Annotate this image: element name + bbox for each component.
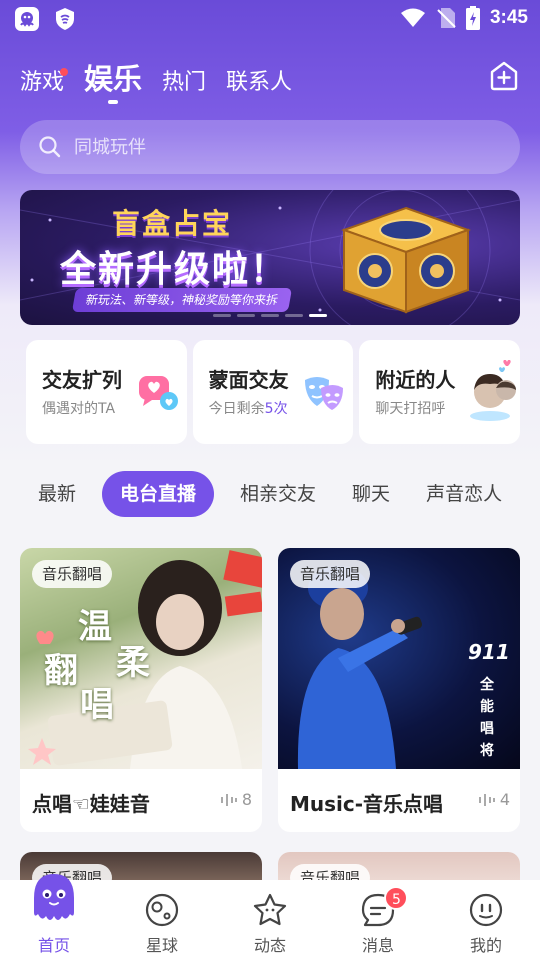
active-tab-indicator <box>108 100 119 104</box>
feature-make-friends[interactable]: 交友扩列 偶遇对的TA <box>26 340 187 444</box>
cover-text: 柔 <box>116 643 150 683</box>
tab-home[interactable]: 首页 <box>0 874 108 960</box>
mystery-box-icon <box>341 206 471 314</box>
banner-dot[interactable] <box>237 314 255 317</box>
top-tabs: 游戏 娱乐 热门 联系人 <box>20 56 292 104</box>
tab-contacts-label: 联系人 <box>226 70 293 95</box>
search-icon <box>39 136 61 158</box>
cover-text: 温 <box>78 607 112 647</box>
feature-subtitle: 偶遇对的TA <box>42 401 116 417</box>
tab-label: 我的 <box>469 936 502 955</box>
category-tab-voice-lover[interactable]: 声音恋人 <box>408 471 520 517</box>
feature-cards: 交友扩列 偶遇对的TA 蒙面交友 今日剩余5次 附近的人 聊天打招呼 <box>26 340 521 444</box>
tab-label: 星球 <box>145 936 178 955</box>
room-card[interactable]: 911 全 能 唱 将 音乐翻唱 Music-音乐点唱 4 <box>278 548 520 832</box>
tab-label: 消息 <box>361 936 394 955</box>
chat-hearts-icon <box>138 376 178 410</box>
cover-text: 将 <box>480 743 494 759</box>
unread-badge: 5 <box>384 886 409 910</box>
category-tab-matchmaking[interactable]: 相亲交友 <box>222 471 334 517</box>
tab-moments[interactable]: 动态 <box>216 880 324 960</box>
feature-nearby-people[interactable]: 附近的人 聊天打招呼 <box>359 340 521 444</box>
status-bar: 3:45 <box>0 0 540 36</box>
listener-count-value: 8 <box>241 790 252 809</box>
banner-dot-active[interactable] <box>309 314 327 317</box>
category-tabs: 最新 电台直播 相亲交友 聊天 声音恋人 <box>20 470 540 518</box>
room-cover-image: 温 柔 翻 唱 音乐翻唱 <box>20 548 262 769</box>
banner-dot[interactable] <box>261 314 279 317</box>
tab-hot-label: 热门 <box>162 70 207 95</box>
feature-title: 交友扩列 <box>42 368 122 392</box>
tab-planet[interactable]: 星球 <box>108 880 216 960</box>
room-title: 点唱☜娃娃音 <box>32 792 150 816</box>
battery-charging-icon <box>465 6 480 30</box>
mascot-icon <box>34 874 74 920</box>
feature-subtitle: 聊天打招呼 <box>375 401 446 417</box>
tab-games[interactable]: 游戏 <box>20 68 69 104</box>
banner-pagination <box>20 314 520 317</box>
category-tab-latest[interactable]: 最新 <box>20 471 94 517</box>
feature-masked-friends[interactable]: 蒙面交友 今日剩余5次 <box>192 340 354 444</box>
feature-title: 附近的人 <box>375 368 456 392</box>
category-tab-chat[interactable]: 聊天 <box>334 471 408 517</box>
bottom-tab-bar: 首页 星球 动态 5 消息 我的 <box>0 874 540 960</box>
cover-text: 全 <box>480 677 494 693</box>
cover-text: 翻 <box>44 651 78 691</box>
tab-games-label: 游戏 <box>20 70 65 95</box>
audio-bars-icon <box>220 793 237 806</box>
listener-count: 8 <box>220 790 252 809</box>
planet-icon <box>145 893 179 927</box>
status-time: 3:45 <box>489 7 528 28</box>
tab-contacts[interactable]: 联系人 <box>226 72 292 104</box>
tab-entertainment[interactable]: 娱乐 <box>84 65 142 104</box>
cover-text: 唱 <box>80 685 114 725</box>
tab-messages[interactable]: 5 消息 <box>324 880 432 960</box>
banner-description: 新玩法、新等级，神秘奖励等你来拆 <box>71 288 293 312</box>
wifi-icon <box>400 8 425 27</box>
smile-face-icon <box>469 893 503 927</box>
app-icon <box>15 7 39 31</box>
remaining-label: 今日剩余 <box>208 401 265 417</box>
cover-text: 能 <box>480 699 494 715</box>
add-room-icon[interactable] <box>488 60 520 92</box>
feature-title: 蒙面交友 <box>208 368 289 392</box>
room-tag: 音乐翻唱 <box>32 560 113 588</box>
tab-entertainment-label: 娱乐 <box>84 62 143 96</box>
shield-icon <box>56 8 74 30</box>
search-bar[interactable] <box>20 120 520 174</box>
mask-icon <box>305 377 344 410</box>
listener-count-value: 4 <box>499 790 510 809</box>
banner-subtitle: 全新升级啦！ <box>60 249 289 290</box>
room-cover-image: 911 全 能 唱 将 音乐翻唱 <box>278 548 520 769</box>
notification-dot <box>60 68 69 76</box>
avatar-icon <box>470 360 517 421</box>
tab-label: 动态 <box>253 936 286 955</box>
search-input[interactable] <box>74 136 474 158</box>
cover-text: 唱 <box>480 721 494 737</box>
tab-profile[interactable]: 我的 <box>432 880 540 960</box>
listener-count: 4 <box>478 790 510 809</box>
star-face-icon <box>253 893 287 926</box>
room-title: Music-音乐点唱 <box>290 792 444 816</box>
tab-label: 首页 <box>37 936 70 955</box>
tab-hot[interactable]: 热门 <box>162 72 206 104</box>
cover-text: 911 <box>468 640 510 664</box>
banner-dot[interactable] <box>213 314 231 317</box>
room-tag: 音乐翻唱 <box>290 560 371 588</box>
no-sim-icon <box>437 8 456 28</box>
room-card[interactable]: 温 柔 翻 唱 音乐翻唱 点唱☜娃娃音 8 <box>20 548 262 832</box>
audio-bars-icon <box>478 793 495 806</box>
feature-subtitle: 今日剩余5次 <box>209 398 288 418</box>
banner-dot[interactable] <box>285 314 303 317</box>
remaining-count: 5次 <box>264 401 288 417</box>
category-tab-radio-live[interactable]: 电台直播 <box>102 471 215 517</box>
banner-title: 盲盒占宝 <box>112 207 233 240</box>
promo-banner[interactable]: 盲盒占宝 全新升级啦！ 新玩法、新等级，神秘奖励等你来拆 <box>20 190 520 325</box>
